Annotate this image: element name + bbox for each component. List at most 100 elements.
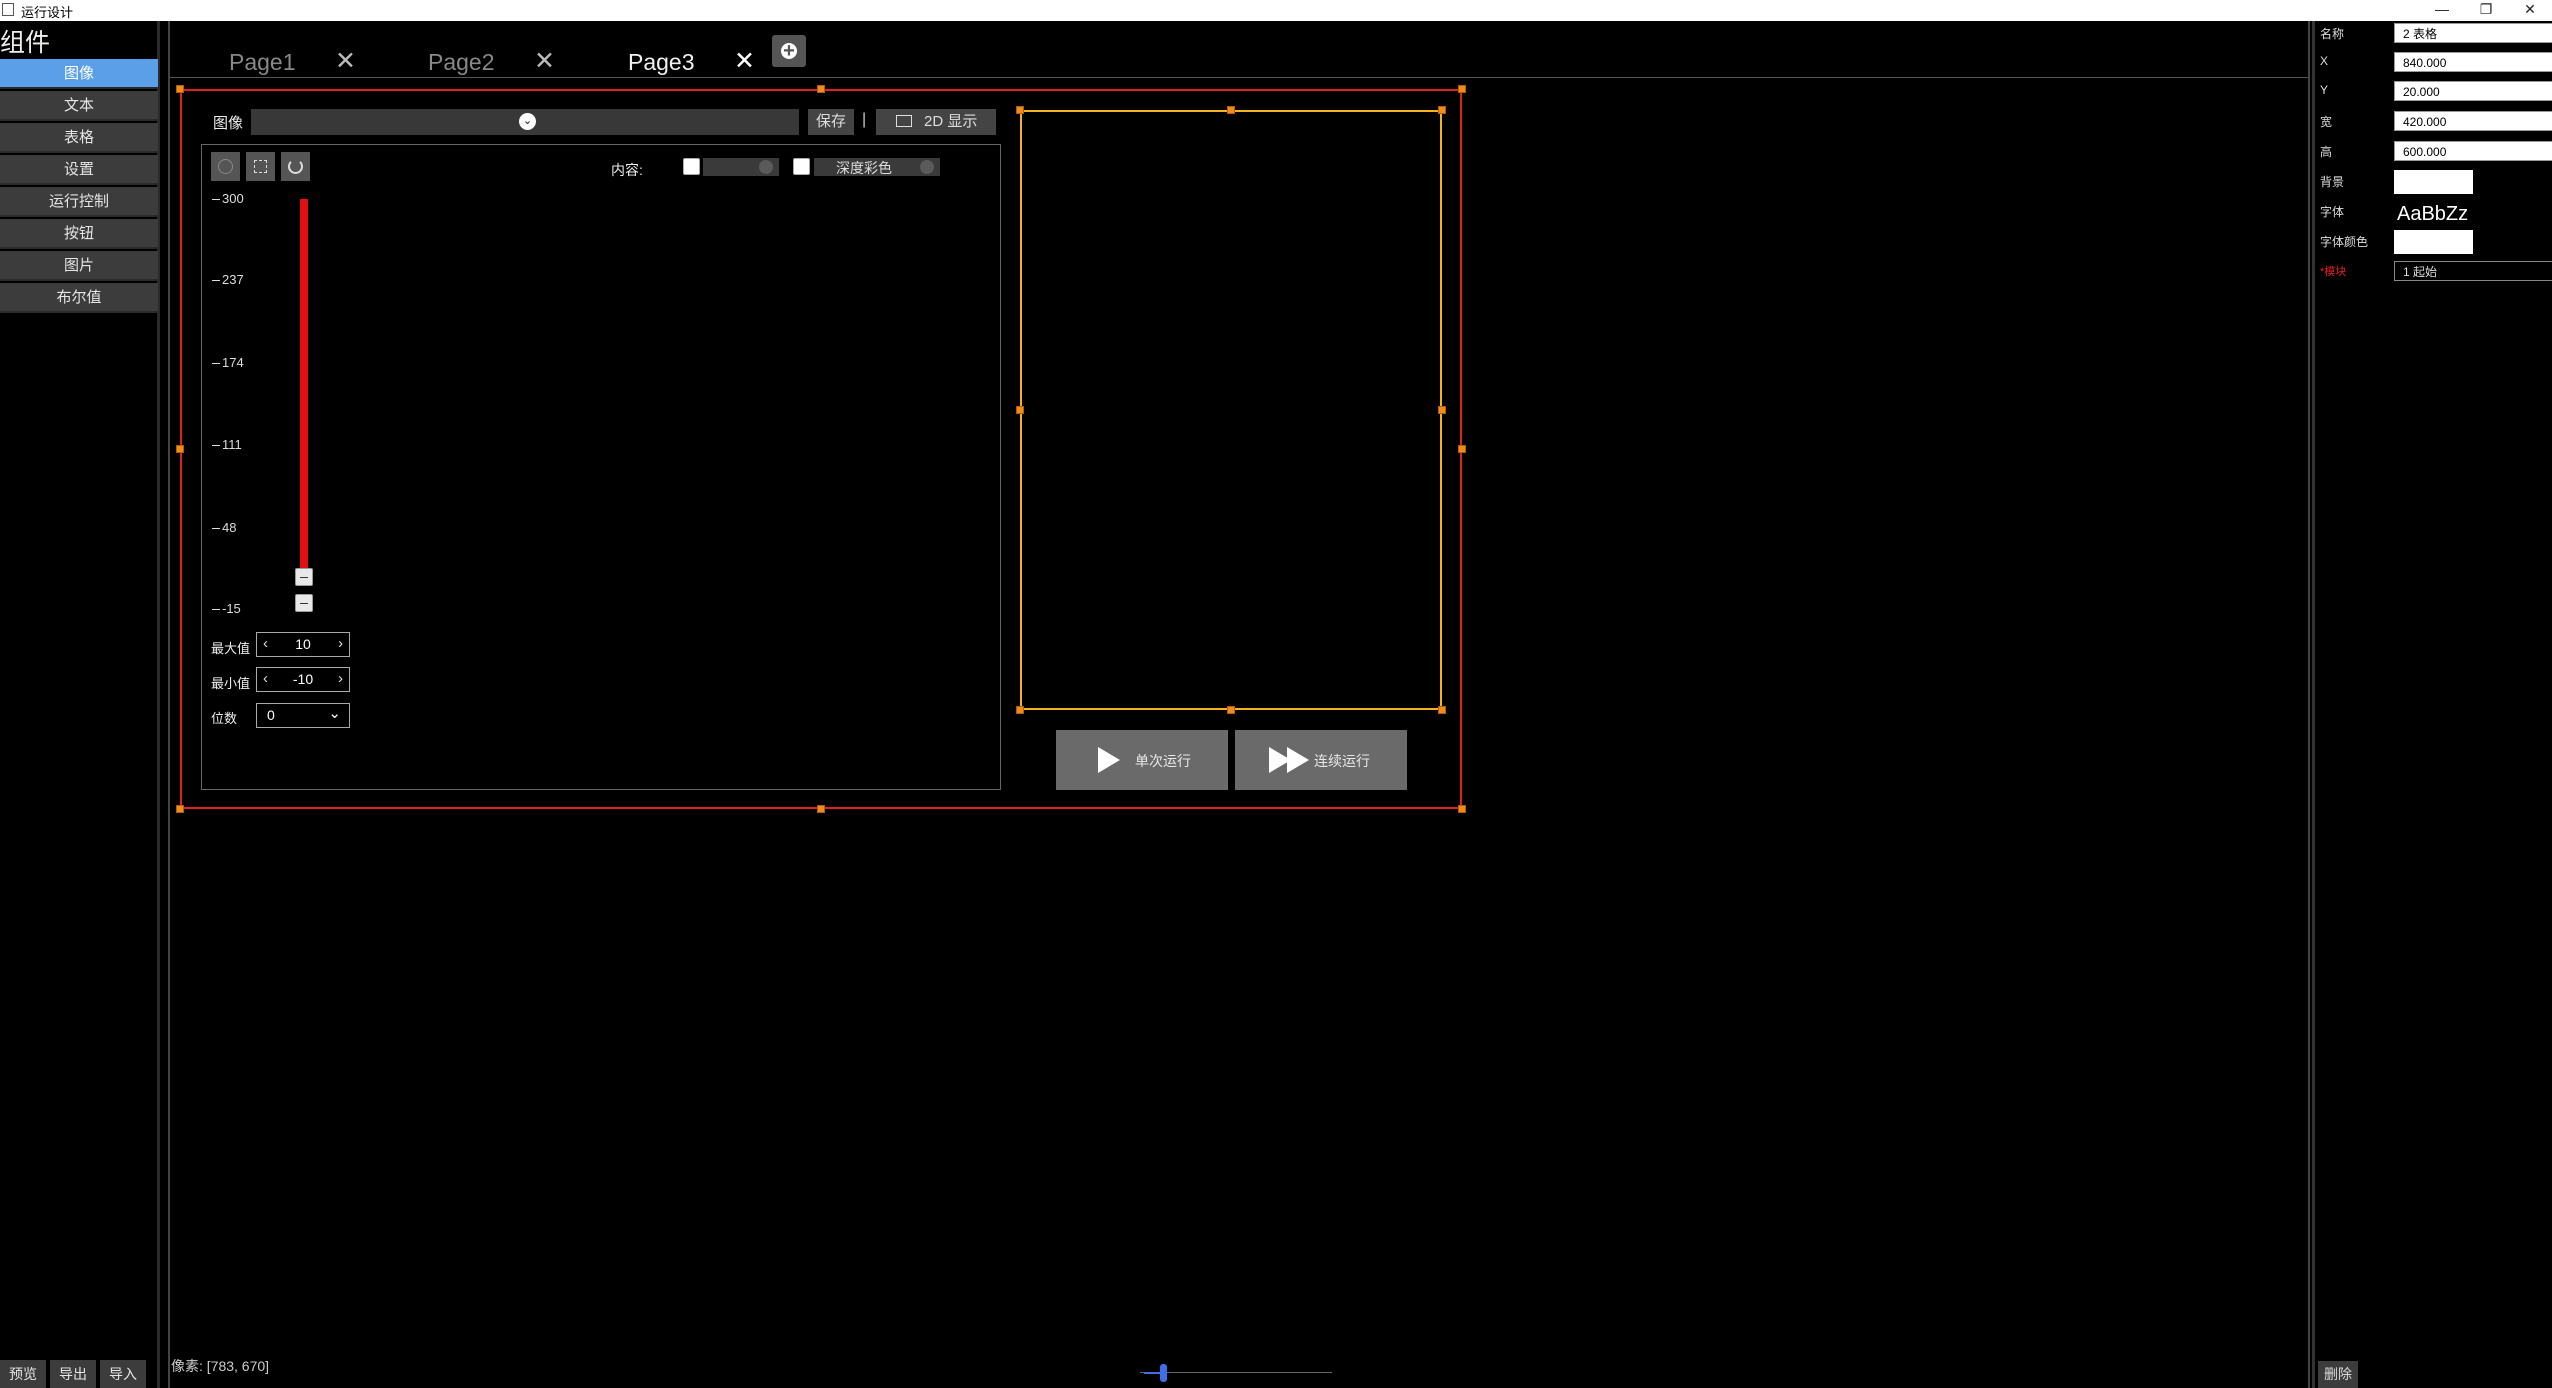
- display-2d-button[interactable]: 2D 显示: [876, 109, 996, 135]
- resize-handle[interactable]: [1458, 85, 1466, 93]
- prop-height-input[interactable]: 600.000: [2394, 141, 2552, 161]
- save-button[interactable]: 保存: [808, 109, 854, 135]
- prop-name-input[interactable]: 2 表格: [2394, 23, 2552, 43]
- component-item-text[interactable]: 文本: [0, 91, 158, 121]
- image-view-area[interactable]: [201, 144, 1001, 790]
- content-combo-2[interactable]: 深度彩色: [814, 158, 940, 176]
- max-value-label: 最大值: [211, 641, 251, 656]
- single-run-label: 单次运行: [1135, 753, 1191, 769]
- preview-button[interactable]: 预览: [0, 1360, 46, 1388]
- toolbar-separator: |: [862, 111, 867, 128]
- component-item-run-control[interactable]: 运行控制: [0, 187, 158, 217]
- content-combo-2-value: 深度彩色: [836, 160, 892, 176]
- component-item-settings[interactable]: 设置: [0, 155, 158, 185]
- content-checkbox-1[interactable]: [683, 158, 700, 175]
- single-run-button[interactable]: 单次运行: [1056, 730, 1228, 790]
- window-title: 运行设计: [21, 5, 74, 20]
- font-color-swatch[interactable]: [2394, 230, 2473, 254]
- tab-page2[interactable]: Page2: [428, 49, 495, 76]
- tab-page1[interactable]: Page1: [229, 49, 296, 76]
- prop-x-input[interactable]: 840.000: [2394, 52, 2552, 72]
- colorbar-tick: 48: [212, 520, 236, 535]
- digits-label: 位数: [211, 711, 238, 726]
- fit-expand-icon[interactable]: [246, 152, 275, 181]
- colorbar-min-thumb[interactable]: [295, 594, 313, 612]
- tab-page2-close-icon[interactable]: ✕: [534, 46, 555, 76]
- min-value-label: 最小值: [211, 676, 251, 691]
- chevron-down-icon: ⌄: [519, 113, 536, 130]
- prop-module-select[interactable]: 1 起始 ⌄: [2394, 261, 2552, 281]
- resize-handle[interactable]: [176, 85, 184, 93]
- content-combo-1[interactable]: [703, 158, 779, 176]
- prop-module-label: *模块: [2320, 266, 2347, 278]
- selected-table-frame[interactable]: [1020, 110, 1442, 710]
- prop-name-label: 名称: [2320, 27, 2345, 41]
- content-label: 内容:: [611, 162, 643, 178]
- close-window-button[interactable]: ✕: [2508, 0, 2552, 21]
- component-item-boolean[interactable]: 布尔值: [0, 283, 158, 313]
- zoom-slider-track[interactable]: [1140, 1372, 1332, 1373]
- zoom-slider-thumb[interactable]: [1160, 1364, 1167, 1382]
- resize-handle[interactable]: [1227, 706, 1235, 714]
- prop-height-label: 高: [2320, 145, 2333, 159]
- restore-button[interactable]: ❐: [2464, 0, 2508, 21]
- prop-x-label: X: [2320, 54, 2329, 68]
- resize-handle[interactable]: [1016, 106, 1024, 114]
- chevron-right-icon[interactable]: ›: [338, 670, 343, 687]
- pixel-readout: 像素: [783, 670]: [171, 1358, 270, 1374]
- tab-page3-close-icon[interactable]: ✕: [734, 46, 755, 76]
- plus-circle-icon: +: [783, 40, 795, 62]
- colorbar-max-thumb[interactable]: [295, 568, 313, 586]
- continuous-run-button[interactable]: 连续运行: [1235, 730, 1407, 790]
- component-item-table[interactable]: 表格: [0, 123, 158, 153]
- chevron-right-icon[interactable]: ›: [338, 635, 343, 652]
- panel-title: 组件: [0, 29, 51, 57]
- tab-page1-close-icon[interactable]: ✕: [335, 46, 356, 76]
- component-item-image[interactable]: 图像: [0, 59, 158, 89]
- resize-handle[interactable]: [817, 85, 825, 93]
- display-2d-label: 2D 显示: [924, 113, 978, 130]
- prop-module-value: 1 起始: [2403, 265, 2438, 279]
- component-item-picture[interactable]: 图片: [0, 251, 158, 281]
- image-source-combo[interactable]: ⌄: [251, 109, 799, 135]
- continuous-run-label: 连续运行: [1314, 753, 1370, 769]
- minimize-button[interactable]: —: [2420, 0, 2464, 21]
- delete-button[interactable]: 删除: [2318, 1361, 2358, 1388]
- resize-handle[interactable]: [817, 805, 825, 813]
- max-value: 10: [295, 636, 311, 652]
- import-button[interactable]: 导入: [100, 1360, 146, 1388]
- property-panel: 名称 2 表格 X 840.000 Y 20.000 宽 420.000 高 6…: [2312, 21, 2552, 1388]
- resize-handle[interactable]: [1458, 805, 1466, 813]
- resize-handle[interactable]: [176, 805, 184, 813]
- chevron-down-icon: [920, 160, 934, 174]
- resize-handle[interactable]: [1438, 406, 1446, 414]
- prop-font-label: 字体: [2320, 205, 2345, 219]
- colorbar-tick: 111: [212, 437, 242, 452]
- prop-y-input[interactable]: 20.000: [2394, 81, 2552, 101]
- chevron-down-icon: ⌄: [328, 705, 341, 722]
- digits-select[interactable]: 0 ⌄: [256, 703, 350, 728]
- content-checkbox-2[interactable]: [793, 158, 810, 175]
- app-icon: [2, 3, 14, 16]
- font-sample[interactable]: AaBbZz: [2397, 203, 2468, 226]
- refresh-icon[interactable]: [281, 152, 310, 181]
- prop-y-label: Y: [2320, 83, 2329, 97]
- export-button[interactable]: 导出: [50, 1360, 96, 1388]
- background-color-swatch[interactable]: [2394, 170, 2473, 194]
- tab-divider: [170, 77, 2308, 78]
- resize-handle[interactable]: [1438, 706, 1446, 714]
- info-icon[interactable]: [211, 152, 240, 181]
- resize-handle[interactable]: [1016, 406, 1024, 414]
- resize-handle[interactable]: [1458, 445, 1466, 453]
- tab-page3[interactable]: Page3: [628, 49, 695, 76]
- prop-width-input[interactable]: 420.000: [2394, 111, 2552, 131]
- add-tab-button[interactable]: +: [772, 35, 806, 67]
- resize-handle[interactable]: [1016, 706, 1024, 714]
- max-value-stepper[interactable]: ‹ 10 ›: [256, 632, 350, 657]
- resize-handle[interactable]: [1227, 106, 1235, 114]
- min-value-stepper[interactable]: ‹ -10 ›: [256, 667, 350, 692]
- resize-handle[interactable]: [176, 445, 184, 453]
- title-bar: 运行设计 — ❐ ✕: [0, 0, 2552, 21]
- resize-handle[interactable]: [1438, 106, 1446, 114]
- component-item-button[interactable]: 按钮: [0, 219, 158, 249]
